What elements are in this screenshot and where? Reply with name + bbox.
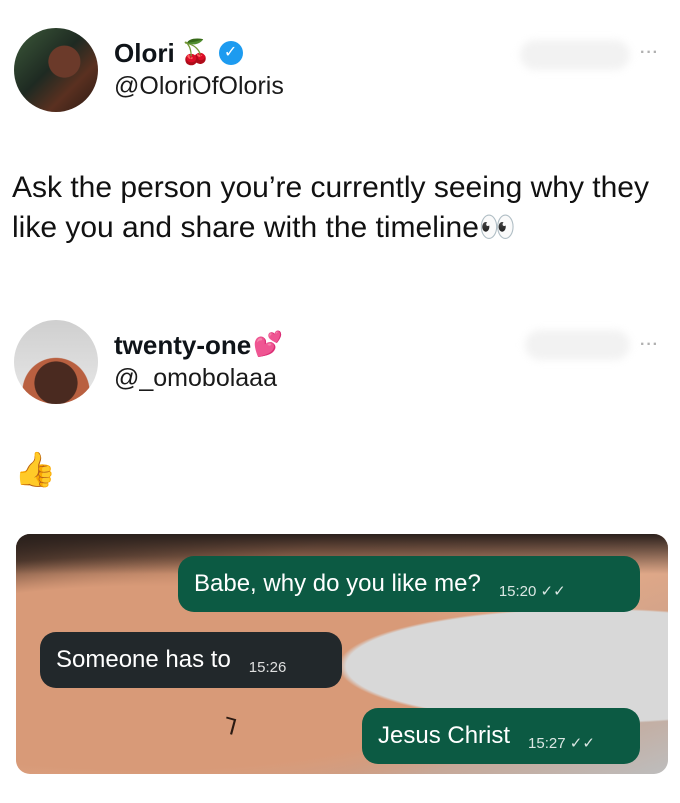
- more-options-icon[interactable]: ···: [640, 336, 659, 354]
- tweet-text: Ask the person you’re currently seeing w…: [12, 171, 649, 244]
- message-time: 15:27 ✓✓: [528, 735, 595, 752]
- double-check-icon: ✓✓: [540, 583, 566, 600]
- reply-author-names: twenty-one 💕 @_omobolaaa: [114, 329, 283, 395]
- chat-bubble-received[interactable]: Someone has to 15:26: [40, 632, 342, 688]
- thumbs-up-icon: 👍: [14, 451, 57, 489]
- author-name-row: Olori 🍒 ✓: [114, 37, 284, 69]
- chat-bubble-sent[interactable]: Babe, why do you like me? 15:20 ✓✓: [178, 556, 640, 612]
- author-names: Olori 🍒 ✓ @OloriOfOloris: [114, 37, 284, 103]
- chat-bubble-sent[interactable]: Jesus Christ 15:27 ✓✓: [362, 708, 640, 764]
- author-name[interactable]: Olori: [114, 37, 175, 69]
- tattoo-mark: ⅂: [221, 712, 240, 741]
- verified-badge-icon: ✓: [218, 41, 243, 65]
- hearts-icon: 💕: [253, 331, 284, 358]
- message-time: 15:20 ✓✓: [498, 583, 566, 600]
- cherry-icon: 🍒: [180, 39, 211, 66]
- double-check-icon: ✓✓: [569, 735, 595, 752]
- tweet-author-header: Olori 🍒 ✓ @OloriOfOloris: [14, 28, 284, 112]
- message-text: Jesus Christ: [378, 722, 511, 749]
- message-text: Babe, why do you like me?: [194, 570, 481, 597]
- reply-author-handle[interactable]: @_omobolaaa: [114, 361, 283, 395]
- blurred-follow-button[interactable]: [520, 40, 630, 70]
- avatar[interactable]: [14, 320, 98, 404]
- blurred-follow-button[interactable]: [525, 330, 630, 360]
- reply-author-header: twenty-one 💕 @_omobolaaa: [14, 320, 283, 404]
- chat-screenshot-image[interactable]: ⅂ Babe, why do you like me? 15:20 ✓✓ Som…: [16, 534, 668, 774]
- reply-name-row: twenty-one 💕: [114, 329, 283, 361]
- reply-author-name[interactable]: twenty-one: [114, 329, 251, 361]
- message-text: Someone has to: [56, 646, 231, 673]
- author-handle[interactable]: @OloriOfOloris: [114, 69, 284, 103]
- more-options-icon[interactable]: ···: [640, 44, 659, 62]
- message-time: 15:26: [248, 659, 287, 676]
- avatar[interactable]: [14, 28, 98, 112]
